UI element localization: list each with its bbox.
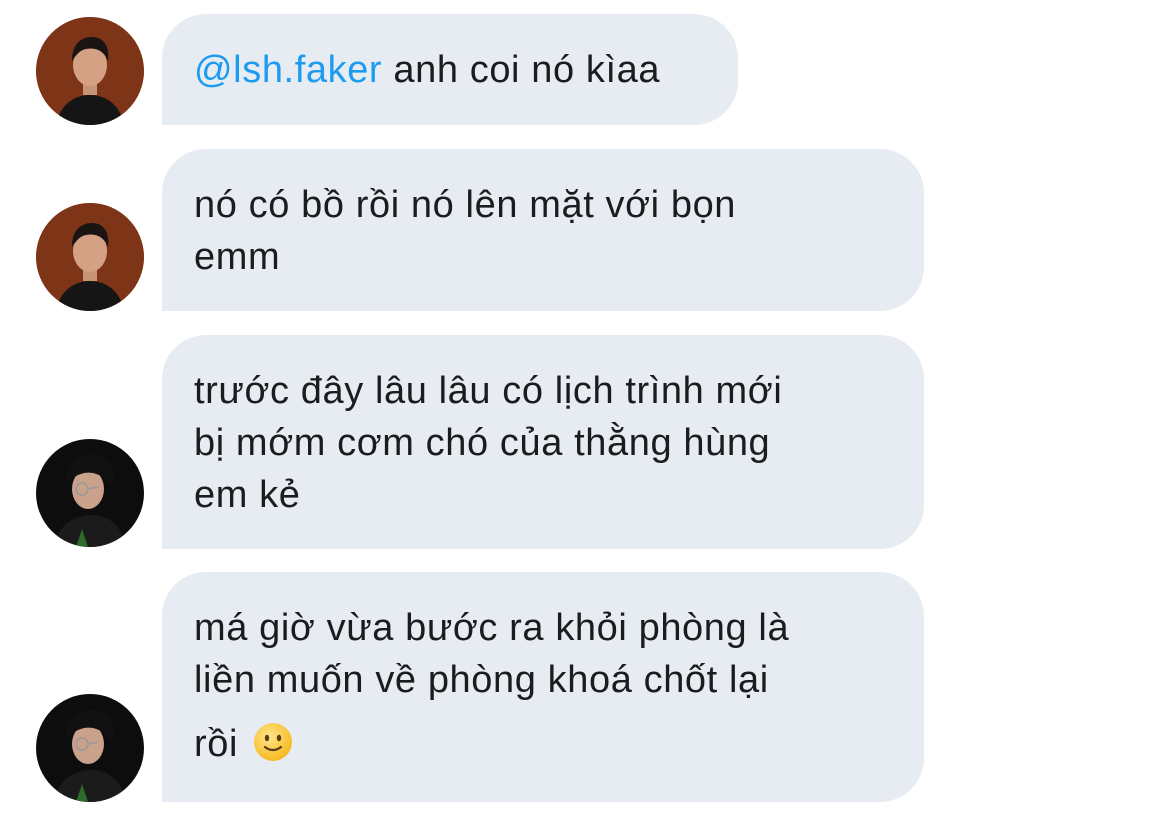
message-line: em kẻ (194, 474, 301, 516)
person-portrait-icon (36, 203, 144, 311)
avatar[interactable] (36, 203, 144, 311)
avatar[interactable] (36, 439, 144, 547)
message-line: trước đây lâu lâu có lịch trình mới (194, 370, 783, 412)
avatar[interactable] (36, 17, 144, 125)
message-bubble[interactable]: trước đây lâu lâu có lịch trình mới bị m… (162, 335, 924, 549)
message-line: bị mớm cơm chó của thằng hùng (194, 422, 771, 464)
person-portrait-icon (36, 17, 144, 125)
message-text: anh coi nó kìaa (382, 49, 661, 91)
person-portrait-icon (36, 694, 144, 802)
message-line: emm (194, 236, 281, 278)
message-line: rồi (194, 723, 239, 765)
person-portrait-icon (36, 439, 144, 547)
message-bubble[interactable]: nó có bồ rồi nó lên mặt với bọn emm (162, 149, 924, 311)
message-bubble[interactable]: @lsh.faker anh coi nó kìaa (162, 14, 738, 125)
message-bubble[interactable]: má giờ vừa bước ra khỏi phòng là liền mu… (162, 572, 924, 802)
slightly-smiling-face-icon (253, 722, 293, 762)
avatar[interactable] (36, 694, 144, 802)
message-line: liền muốn về phòng khoá chốt lại (194, 659, 769, 701)
message-line: má giờ vừa bước ra khỏi phòng là (194, 607, 790, 649)
message-line: nó có bồ rồi nó lên mặt với bọn (194, 184, 737, 226)
mention-link[interactable]: @lsh.faker (194, 49, 382, 91)
